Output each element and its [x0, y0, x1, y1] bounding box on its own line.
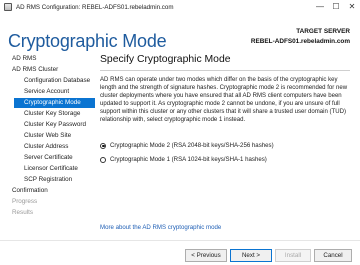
nav-item-cluster-address[interactable]: Cluster Address: [14, 142, 94, 152]
nav-item-server-certificate[interactable]: Server Certificate: [14, 153, 94, 163]
wizard-navigation: AD RMS AD RMS Cluster Configuration Data…: [0, 54, 96, 234]
description-text: AD RMS can operate under two modes which…: [100, 77, 348, 124]
window-title-bar: AD RMS Configuration: REBEL-ADFS01.rebel…: [0, 0, 360, 14]
option-crypto-mode-2-label[interactable]: Cryptographic Mode 2 (RSA 2048-bit keys/…: [110, 142, 274, 149]
wizard-footer: < Previous Next > Install Cancel: [0, 240, 360, 265]
window-title: AD RMS Configuration: REBEL-ADFS01.rebel…: [16, 3, 174, 11]
option-crypto-mode-1[interactable]: Cryptographic Mode 1 (RSA 1024-bit keys/…: [100, 155, 267, 164]
previous-button[interactable]: < Previous: [185, 249, 227, 262]
nav-item-service-account[interactable]: Service Account: [14, 87, 94, 97]
page-title: Cryptographic Mode: [8, 31, 167, 51]
nav-item-scp-registration[interactable]: SCP Registration: [14, 175, 94, 185]
nav-item-confirmation[interactable]: Confirmation: [9, 186, 89, 196]
nav-item-cluster-key-password[interactable]: Cluster Key Password: [14, 120, 94, 130]
heading-divider: [100, 70, 350, 71]
wizard-header: Cryptographic Mode TARGET SERVER REBEL-A…: [0, 14, 360, 52]
nav-item-licensor-certificate[interactable]: Licensor Certificate: [14, 164, 94, 174]
option-crypto-mode-2[interactable]: Cryptographic Mode 2 (RSA 2048-bit keys/…: [100, 141, 274, 150]
install-button: Install: [275, 249, 311, 262]
option-crypto-mode-1-label[interactable]: Cryptographic Mode 1 (RSA 1024-bit keys/…: [110, 156, 267, 163]
nav-item-ad-rms[interactable]: AD RMS: [9, 54, 89, 64]
nav-item-ad-rms-cluster[interactable]: AD RMS Cluster: [9, 65, 89, 75]
nav-item-cluster-web-site[interactable]: Cluster Web Site: [14, 131, 94, 141]
cancel-button[interactable]: Cancel: [314, 249, 352, 262]
nav-item-configuration-database[interactable]: Configuration Database: [14, 76, 94, 86]
section-heading: Specify Cryptographic Mode: [100, 54, 231, 65]
close-icon[interactable]: ✕: [344, 0, 360, 14]
nav-item-cryptographic-mode[interactable]: Cryptographic Mode: [14, 98, 95, 108]
window-controls: — ☐ ✕: [312, 0, 360, 14]
radio-button-selected[interactable]: [100, 142, 106, 149]
target-server-label: TARGET SERVER: [296, 28, 350, 35]
nav-item-results: Results: [12, 209, 33, 216]
learn-more-link[interactable]: More about the AD RMS cryptographic mode: [100, 224, 221, 231]
nav-item-progress: Progress: [12, 198, 38, 205]
radio-button[interactable]: [100, 156, 106, 163]
next-button[interactable]: Next >: [230, 249, 272, 262]
server-manager-icon: [4, 3, 12, 11]
target-server-name: REBEL-ADFS01.rebeladmin.com: [250, 38, 350, 45]
wizard-content: Specify Cryptographic Mode AD RMS can op…: [100, 54, 352, 234]
nav-item-cluster-key-storage[interactable]: Cluster Key Storage: [14, 109, 94, 119]
maximize-icon[interactable]: ☐: [328, 0, 344, 14]
minimize-icon[interactable]: —: [312, 0, 328, 14]
